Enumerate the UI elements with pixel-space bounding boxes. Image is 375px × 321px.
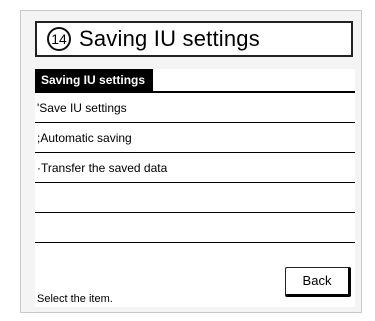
back-button[interactable]: Back <box>285 267 351 297</box>
settings-panel: 14 Saving IU settings Saving IU settings… <box>20 10 362 313</box>
menu-item-automatic-saving[interactable]: ;Automatic saving <box>35 123 355 153</box>
step-number-badge: 14 <box>47 27 71 51</box>
status-message: Select the item. <box>37 293 113 305</box>
lcd-screen: Saving IU settings 'Save IU settings ;Au… <box>35 69 355 307</box>
tab-saving-iu-settings[interactable]: Saving IU settings <box>35 69 154 91</box>
menu-item-save-iu-settings[interactable]: 'Save IU settings <box>35 93 355 123</box>
menu-item-transfer-saved-data[interactable]: ·Transfer the saved data <box>35 153 355 183</box>
tab-bar: Saving IU settings <box>35 69 355 93</box>
page-title: 14 Saving IU settings <box>35 21 353 57</box>
menu-item-empty-2 <box>35 213 355 243</box>
menu-item-empty-1 <box>35 183 355 213</box>
page-title-text: Saving IU settings <box>79 26 260 51</box>
